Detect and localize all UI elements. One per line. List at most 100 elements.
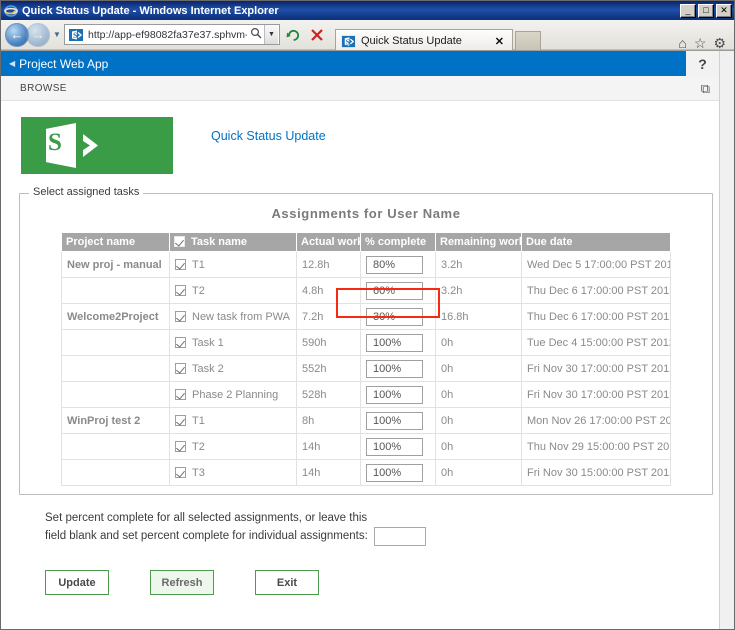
column-header-task-name[interactable]: Task name <box>169 232 297 252</box>
logo-letter: S <box>48 129 62 156</box>
sharepoint-tab-icon: S <box>341 34 356 49</box>
cell-project-name <box>61 355 170 382</box>
instruction-line-2-row: field blank and set percent complete for… <box>45 527 705 546</box>
home-icon[interactable]: ⌂ <box>678 36 686 50</box>
percent-complete-input[interactable] <box>366 385 423 404</box>
cell-percent-complete <box>360 381 436 408</box>
task-name-label: T2 <box>192 284 205 297</box>
close-button[interactable]: ✕ <box>716 3 732 18</box>
table-row: T2 4.8h 3.2hThu Dec 6 17:00:00 PST 2012 <box>61 277 671 304</box>
cell-task-name: Task 1 <box>169 329 297 356</box>
help-button[interactable]: ? <box>686 51 719 76</box>
bulk-percent-complete-input[interactable] <box>373 527 426 546</box>
cell-percent-complete <box>360 329 436 356</box>
history-dropdown-icon[interactable]: ▼ <box>50 30 64 39</box>
cell-actual-work: 14h <box>296 433 361 460</box>
cell-project-name <box>61 433 170 460</box>
favorites-star-icon[interactable]: ☆ <box>694 36 707 50</box>
task-select-checkbox[interactable] <box>175 336 186 348</box>
task-select-checkbox[interactable] <box>175 466 186 478</box>
cell-due-date: Wed Dec 5 17:00:00 PST 2012 <box>521 251 671 278</box>
internet-explorer-icon <box>4 4 18 18</box>
tab-browse[interactable]: BROWSE <box>20 83 67 94</box>
task-select-checkbox[interactable] <box>175 362 186 374</box>
percent-complete-input[interactable] <box>366 281 423 300</box>
cell-percent-complete <box>360 277 436 304</box>
tab-close-icon[interactable]: ✕ <box>492 35 507 48</box>
percent-complete-input[interactable] <box>366 255 423 274</box>
refresh-button[interactable]: Refresh <box>150 570 214 595</box>
page-viewport: ◀ Project Web App ? BROWSE ⧉ S Quick Sta… <box>1 50 734 629</box>
page-content: S Quick Status Update Select assigned ta… <box>1 101 719 595</box>
percent-complete-input[interactable] <box>366 411 423 430</box>
bulk-update-form: Set percent complete for all selected as… <box>45 508 705 595</box>
tab-label: Quick Status Update <box>361 35 462 47</box>
focus-on-content-icon[interactable]: ⧉ <box>701 82 710 95</box>
cell-actual-work: 4.8h <box>296 277 361 304</box>
cell-percent-complete <box>360 303 436 330</box>
refresh-icon[interactable] <box>283 24 304 45</box>
suite-back-arrow-icon[interactable]: ◀ <box>9 59 15 68</box>
task-select-checkbox[interactable] <box>175 414 186 426</box>
assignments-table: Project name Task name Actual work % com… <box>61 232 671 486</box>
address-bar[interactable]: S http://app-ef98082fa37e37.sphvm-85... … <box>64 24 280 45</box>
column-header-due-date[interactable]: Due date <box>521 232 671 252</box>
cell-percent-complete <box>360 459 436 486</box>
ribbon-tab-row: BROWSE ⧉ <box>1 76 719 101</box>
browser-navigation-bar: ← → ▼ S http://app-ef98082fa37e37.sphvm-… <box>1 20 734 53</box>
cell-task-name: Task 2 <box>169 355 297 382</box>
task-select-checkbox[interactable] <box>175 440 186 452</box>
column-header-percent-complete[interactable]: % complete <box>360 232 436 252</box>
percent-complete-input[interactable] <box>366 359 423 378</box>
fieldset-legend: Select assigned tasks <box>29 186 144 198</box>
column-header-actual-work[interactable]: Actual work <box>296 232 361 252</box>
cell-actual-work: 528h <box>296 381 361 408</box>
column-header-project-name[interactable]: Project name <box>61 232 170 252</box>
stop-icon[interactable] <box>306 24 327 45</box>
task-select-checkbox[interactable] <box>175 258 186 270</box>
page-title-link[interactable]: Quick Status Update <box>211 129 326 143</box>
window-controls: _ □ ✕ <box>680 3 732 18</box>
forward-button[interactable]: → <box>26 22 50 47</box>
vertical-scrollbar[interactable] <box>719 51 734 629</box>
cell-due-date: Thu Dec 6 17:00:00 PST 2012 <box>521 277 671 304</box>
maximize-button[interactable]: □ <box>698 3 714 18</box>
percent-complete-input[interactable] <box>366 463 423 482</box>
cell-percent-complete <box>360 407 436 434</box>
gear-icon[interactable]: ⚙ <box>713 36 726 50</box>
minimize-button[interactable]: _ <box>680 3 696 18</box>
tab-quick-status-update[interactable]: S Quick Status Update ✕ <box>335 28 513 53</box>
cell-due-date: Fri Nov 30 15:00:00 PST 2012 <box>521 459 671 486</box>
address-dropdown-icon[interactable]: ▼ <box>264 25 278 44</box>
cell-remaining-work: 0h <box>435 459 522 486</box>
cell-task-name: T2 <box>169 433 297 460</box>
table-row: Phase 2 Planning 528h 0hFri Nov 30 17:00:0… <box>61 381 671 408</box>
cell-task-name: T1 <box>169 407 297 434</box>
cell-actual-work: 590h <box>296 329 361 356</box>
svg-text:S: S <box>73 31 78 40</box>
update-button[interactable]: Update <box>45 570 109 595</box>
percent-complete-input[interactable] <box>366 437 423 456</box>
exit-button[interactable]: Exit <box>255 570 319 595</box>
task-select-checkbox[interactable] <box>175 388 186 400</box>
branding-row: S Quick Status Update <box>1 101 719 174</box>
column-header-remaining-work[interactable]: Remaining work <box>435 232 522 252</box>
task-name-label: T1 <box>192 258 205 271</box>
cell-remaining-work: 0h <box>435 381 522 408</box>
select-all-checkbox[interactable] <box>174 236 185 247</box>
task-name-label: T2 <box>192 440 205 453</box>
tab-strip: S Quick Status Update ✕ ⌂ ☆ ⚙ <box>335 20 730 53</box>
search-icon[interactable] <box>247 27 264 42</box>
task-select-checkbox[interactable] <box>175 310 186 322</box>
address-url-text[interactable]: http://app-ef98082fa37e37.sphvm-85... <box>88 29 247 41</box>
cell-project-name <box>61 329 170 356</box>
cell-actual-work: 12.8h <box>296 251 361 278</box>
task-select-checkbox[interactable] <box>175 284 186 296</box>
task-name-label: Task 2 <box>192 362 224 375</box>
window-title: Quick Status Update - Windows Internet E… <box>22 4 279 17</box>
percent-complete-input[interactable] <box>366 307 423 326</box>
cell-task-name: New task from PWA <box>169 303 297 330</box>
table-row: New proj - manual T1 12.8h 3.2hWed Dec 5 17… <box>61 251 671 278</box>
percent-complete-input[interactable] <box>366 333 423 352</box>
cell-due-date: Thu Dec 6 17:00:00 PST 2012 <box>521 303 671 330</box>
